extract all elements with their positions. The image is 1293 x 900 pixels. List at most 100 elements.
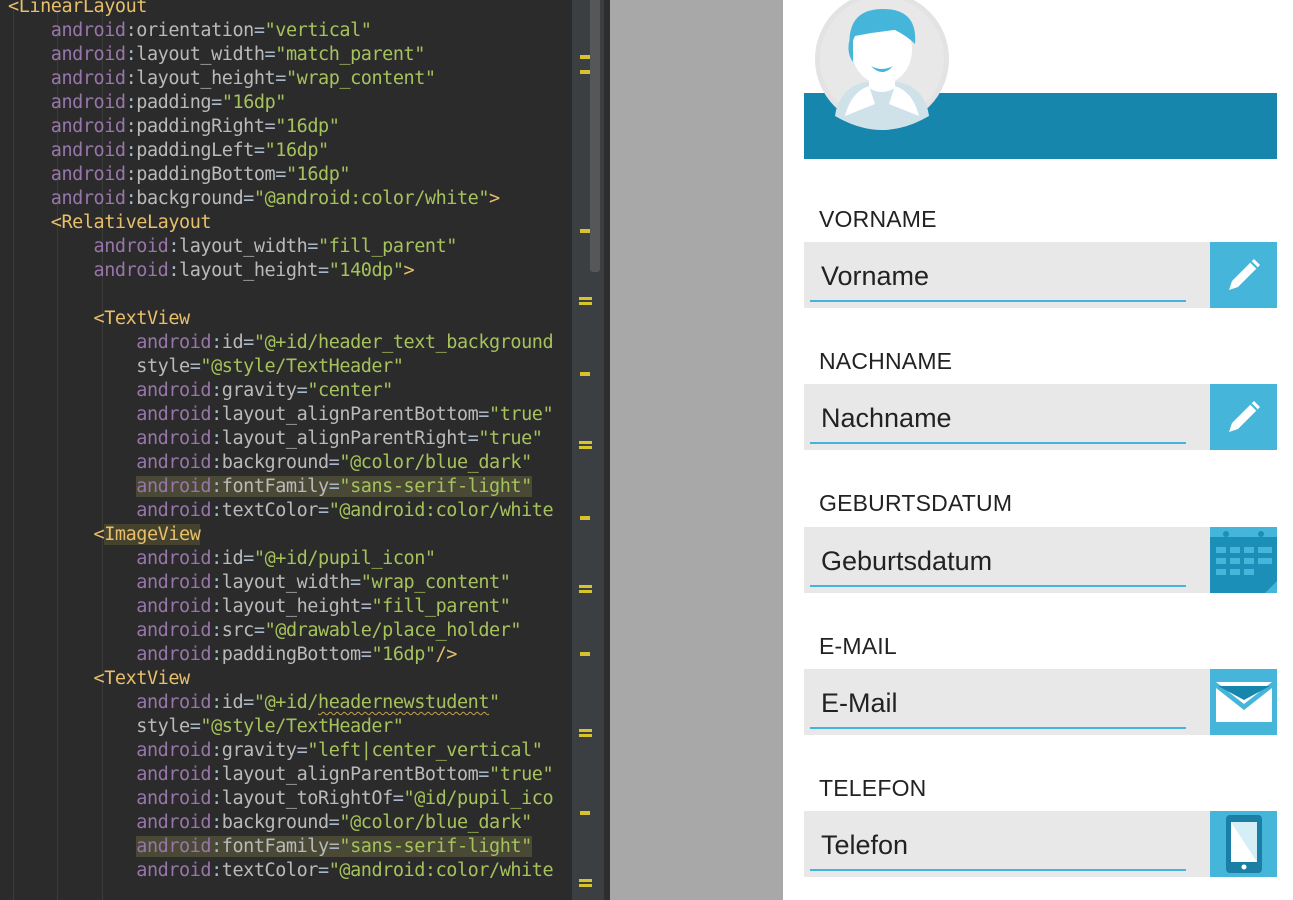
code-line[interactable]: android:src="@drawable/place_holder" <box>8 619 521 643</box>
code-line[interactable]: android:fontFamily="sans-serif-light" <box>8 835 532 859</box>
code-line[interactable]: android:id="@+id/headernewstudent" <box>8 691 500 715</box>
calendar-icon <box>1210 527 1277 593</box>
code-token: "center" <box>307 380 393 401</box>
code-line[interactable]: android:background="@color/blue_dark" <box>8 451 532 475</box>
code-token: gravity <box>221 740 297 761</box>
vorname-input[interactable] <box>810 252 1186 302</box>
code-line[interactable]: android:paddingRight="16dp" <box>8 115 340 139</box>
code-line[interactable]: android:background="@android:color/white… <box>8 187 500 211</box>
code-line[interactable]: android:fontFamily="sans-serif-light" <box>8 475 532 499</box>
code-line[interactable]: android:layout_width="match_parent" <box>8 43 426 67</box>
email-action-button[interactable] <box>1210 669 1277 735</box>
code-line[interactable]: android:layout_alignParentBottom="true" <box>8 403 553 427</box>
code-token: <RelativeLayout <box>8 212 212 233</box>
nachname-input[interactable] <box>810 394 1186 444</box>
code-token: = <box>328 452 340 473</box>
code-token: style <box>8 356 190 377</box>
code-line[interactable]: android:layout_height="fill_parent" <box>8 595 511 619</box>
code-token: padding <box>136 92 212 113</box>
code-line[interactable]: android:paddingLeft="16dp" <box>8 139 329 163</box>
code-line[interactable]: android:layout_alignParentBottom="true" <box>8 763 553 787</box>
code-line[interactable]: <RelativeLayout <box>8 211 212 235</box>
code-token: android <box>8 164 126 185</box>
code-token: style <box>8 716 190 737</box>
field-label-email: E-MAIL <box>819 633 897 659</box>
code-token: = <box>360 596 372 617</box>
code-token: : <box>211 596 222 617</box>
warning-marker[interactable] <box>580 811 590 815</box>
code-line[interactable]: android:layout_height="wrap_content" <box>8 67 436 91</box>
code-line[interactable]: android:textColor="@android:color/white <box>8 859 553 883</box>
layout-preview: VORNAME NACHNAME GEBURTSDATUM E-MAIL TELEFON <box>783 0 1293 900</box>
code-line[interactable]: <LinearLayout <box>8 0 147 19</box>
phone-icon <box>1225 815 1262 873</box>
editor-gutter[interactable] <box>572 0 604 900</box>
code-line[interactable]: android:gravity="left|center_vertical" <box>8 739 543 763</box>
field-label-geburtsdatum: GEBURTSDATUM <box>819 490 1013 516</box>
nachname-action-button[interactable] <box>1210 384 1277 450</box>
telefon-input[interactable] <box>810 821 1186 871</box>
scrollbar-thumb[interactable] <box>590 0 600 272</box>
code-line[interactable]: android:layout_width="fill_parent" <box>8 235 458 259</box>
code-token: "@android:color/white <box>328 500 554 521</box>
code-line[interactable]: android:paddingBottom="16dp"/> <box>8 643 457 667</box>
code-line[interactable]: android:padding="16dp" <box>8 91 287 115</box>
code-token: textColor <box>221 500 319 521</box>
warning-marker[interactable] <box>580 516 590 520</box>
code-line[interactable]: android:layout_toRightOf="@id/pupil_ico <box>8 787 553 811</box>
warning-marker[interactable] <box>579 729 592 741</box>
code-editor[interactable]: <LinearLayout android:orientation="verti… <box>0 0 572 900</box>
code-token: "sans-serif-light" <box>339 476 532 497</box>
code-line[interactable]: android:layout_width="wrap_content" <box>8 571 511 595</box>
email-input[interactable] <box>810 679 1186 729</box>
code-token: : <box>211 764 222 785</box>
code-line[interactable]: android:gravity="center" <box>8 379 393 403</box>
warning-marker[interactable] <box>579 585 592 597</box>
code-token: android <box>8 572 212 593</box>
field-row-vorname <box>804 242 1277 308</box>
code-line[interactable]: android:paddingBottom="16dp" <box>8 163 351 187</box>
warning-marker[interactable] <box>579 879 592 891</box>
code-line[interactable]: android:id="@+id/pupil_icon" <box>8 547 436 571</box>
code-token: android <box>8 548 212 569</box>
code-token: android <box>8 332 212 353</box>
code-token: : <box>211 332 222 353</box>
code-token: android <box>8 188 126 209</box>
code-line[interactable]: style="@style/TextHeader" <box>8 715 404 739</box>
code-token: layout_width <box>136 44 265 65</box>
warning-marker[interactable] <box>580 652 590 656</box>
code-token: paddingRight <box>136 116 265 137</box>
code-line[interactable]: <TextView <box>8 667 191 691</box>
code-token: = <box>328 836 340 857</box>
code-token: : <box>211 812 222 833</box>
code-token: android <box>8 140 126 161</box>
warning-marker[interactable] <box>579 297 592 309</box>
telefon-action-button[interactable] <box>1210 811 1277 877</box>
geburtsdatum-input[interactable] <box>810 537 1186 587</box>
code-token: = <box>360 644 372 665</box>
geburtsdatum-action-button[interactable] <box>1210 527 1277 593</box>
vorname-action-button[interactable] <box>1210 242 1277 308</box>
code-line[interactable]: android:orientation="vertical" <box>8 19 372 43</box>
code-line[interactable]: android:textColor="@android:color/white <box>8 499 553 523</box>
code-line[interactable]: <ImageView <box>8 523 201 547</box>
code-line[interactable]: android:id="@+id/header_text_background <box>8 331 553 355</box>
warning-marker[interactable] <box>580 55 590 59</box>
code-line[interactable]: <TextView <box>8 307 191 331</box>
code-token: android <box>8 500 212 521</box>
code-token: android <box>8 620 212 641</box>
code-token: : <box>168 236 180 257</box>
warning-marker[interactable] <box>580 372 590 376</box>
code-token: textColor <box>221 860 319 881</box>
code-line[interactable]: android:layout_height="140dp"> <box>8 259 415 283</box>
code-token: id <box>221 332 244 353</box>
code-line[interactable]: android:layout_alignParentRight="true" <box>8 427 543 451</box>
code-token: : <box>211 836 222 857</box>
code-token: layout_alignParentBottom <box>221 404 479 425</box>
warning-marker[interactable] <box>580 229 590 233</box>
code-line[interactable]: style="@style/TextHeader" <box>8 355 404 379</box>
code-token: "16dp" <box>371 644 436 665</box>
code-line[interactable]: android:background="@color/blue_dark" <box>8 811 532 835</box>
warning-marker[interactable] <box>579 441 592 453</box>
warning-marker[interactable] <box>580 70 590 74</box>
